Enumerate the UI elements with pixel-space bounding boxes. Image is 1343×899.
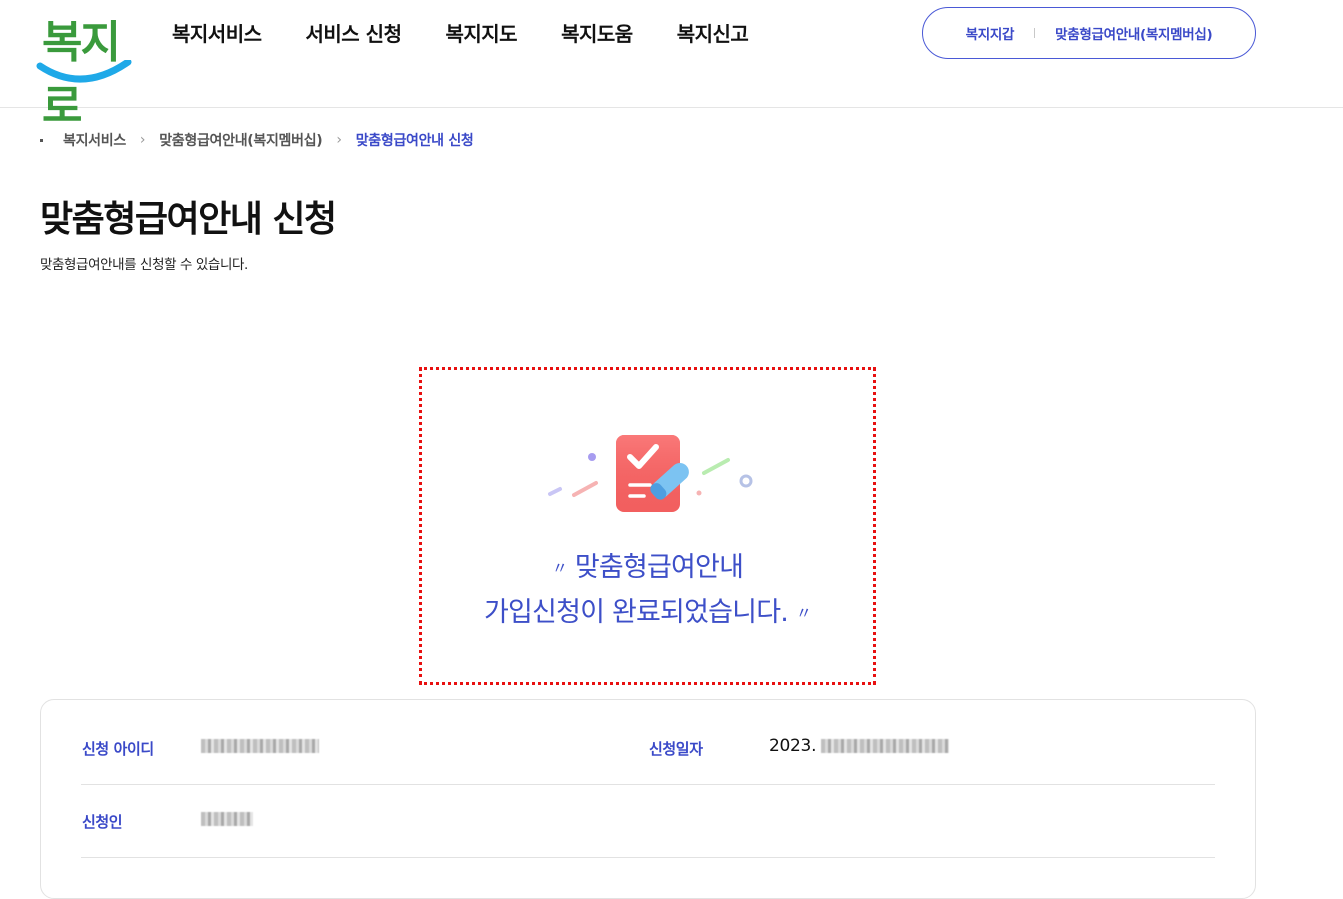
open-quote: 〃: [551, 558, 568, 578]
masked-value: [201, 812, 253, 826]
info-row: 신청 아이디 신청일자 2023.: [81, 712, 1215, 785]
breadcrumb: 복지서비스 › 맞춤형급여안내(복지멤버십) › 맞춤형급여안내 신청: [40, 130, 474, 150]
masked-value: [821, 739, 950, 753]
welfare-wallet-link[interactable]: 복지지갑: [966, 23, 1015, 43]
page-title: 맞춤형급여안내 신청: [40, 199, 337, 240]
chevron-right-icon: ›: [336, 132, 342, 148]
completion-line-1: 〃 맞춤형급여안내: [422, 546, 873, 591]
logo-smile-icon: [36, 60, 132, 83]
apply-date-label: 신청일자: [649, 740, 703, 758]
bokjiro-logo[interactable]: 복지로: [36, 6, 132, 132]
masked-value: [201, 739, 319, 753]
breadcrumb-current: 맞춤형급여안내 신청: [355, 133, 474, 149]
site-header: 복지로 복지서비스 서비스 신청 복지지도 복지도움 복지신고 복지지갑 맞춤형…: [0, 0, 1343, 132]
gnb-service-apply[interactable]: 서비스 신청: [306, 20, 402, 48]
welfare-membership-link[interactable]: 맞춤형급여안내(복지멤버십): [1055, 23, 1212, 43]
gnb-welfare-help[interactable]: 복지도움: [561, 20, 633, 48]
global-nav: 복지서비스 서비스 신청 복지지도 복지도움 복지신고: [172, 20, 792, 48]
completion-message: 〃 맞춤형급여안내 가입신청이 완료되었습니다. 〃: [422, 546, 873, 635]
applicant-name-label: 신청인: [82, 813, 123, 831]
completion-service-name: 맞춤형급여안내: [574, 552, 744, 583]
gnb-welfare-map[interactable]: 복지지도: [445, 20, 517, 48]
breadcrumb-bullet: [40, 138, 43, 142]
info-row: 신청인: [81, 785, 1215, 858]
applicant-name-value: [201, 809, 253, 829]
applicant-id-label: 신청 아이디: [82, 740, 154, 758]
completion-line-2: 가입신청이 완료되었습니다. 〃: [422, 591, 873, 636]
util-links: 복지지갑 맞춤형급여안내(복지멤버십): [922, 7, 1256, 59]
breadcrumb-membership[interactable]: 맞춤형급여안내(복지멤버십): [159, 130, 322, 150]
apply-date-year: 2023.: [769, 736, 817, 756]
chevron-right-icon: ›: [139, 132, 146, 148]
page-description: 맞춤형급여안내를 신청할 수 있습니다.: [40, 257, 248, 273]
completion-status-text: 가입신청이 완료되었습니다.: [483, 596, 789, 628]
util-divider: [1034, 28, 1036, 38]
application-info-panel: 신청 아이디 신청일자 2023. 신청인: [40, 699, 1256, 899]
breadcrumb-welfare-service[interactable]: 복지서비스: [63, 130, 126, 150]
close-quote: 〃: [795, 603, 812, 622]
application-complete-icon: [548, 435, 753, 512]
completion-message-box: 〃 맞춤형급여안내 가입신청이 완료되었습니다. 〃: [419, 367, 876, 685]
gnb-welfare-service[interactable]: 복지서비스: [172, 20, 262, 48]
applicant-id-value: [201, 736, 319, 756]
gnb-welfare-report[interactable]: 복지신고: [677, 20, 749, 48]
apply-date-value: 2023.: [769, 736, 950, 756]
